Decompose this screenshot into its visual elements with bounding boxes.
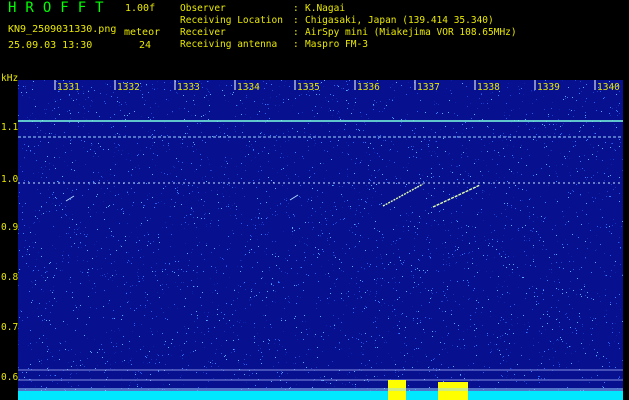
- y-tick-label: 0.9: [1, 222, 19, 233]
- meta-key: Receiving Location: [180, 15, 283, 26]
- meta-value: Chigasaki, Japan (139.414 35.340): [305, 15, 494, 26]
- x-tick-label: 1332: [117, 82, 140, 93]
- meta-key: Observer: [180, 3, 226, 14]
- meta-key: Receiver: [180, 27, 226, 38]
- spectrogram-plot: [18, 80, 623, 400]
- y-tick-label: 1.1: [1, 122, 19, 133]
- meta-row-location: Receiving Location: Chigasaki, Japan (139…: [180, 15, 494, 26]
- noise-band-edge: [18, 388, 623, 391]
- x-tick-label: 1333: [177, 82, 200, 93]
- x-tick-label: 1336: [357, 82, 380, 93]
- x-tick-label: 1334: [237, 82, 260, 93]
- noise-band: [18, 391, 623, 400]
- meteor-count: 24: [139, 40, 152, 51]
- y-tick-label: 0.8: [1, 272, 19, 283]
- meta-value: AirSpy mini (Miakejima VOR 108.65MHz): [305, 27, 517, 38]
- y-tick-label: 1.0: [1, 174, 19, 185]
- meteor-echo: [289, 194, 299, 201]
- x-tick-label: 1338: [477, 82, 500, 93]
- y-tick-label: 0.6: [1, 372, 19, 383]
- meta-value: K.Nagai: [305, 3, 346, 14]
- app-title: HROFFT: [8, 0, 113, 16]
- x-tick-label: 1340: [597, 82, 620, 93]
- y-tick-label: 0.7: [1, 322, 19, 333]
- meta-row-observer: Observer: K.Nagai: [180, 3, 346, 14]
- file-name: KN9_2509031330.png: [8, 24, 117, 35]
- noise-speckle: [18, 80, 623, 392]
- meteor-label: meteor: [124, 27, 161, 38]
- y-axis-unit: kHz: [1, 73, 19, 84]
- meteor-echo: [65, 195, 75, 202]
- x-tick-label: 1331: [57, 82, 80, 93]
- x-tick-label: 1339: [537, 82, 560, 93]
- x-tick-label: 1337: [417, 82, 440, 93]
- spectrogram-image: [18, 80, 623, 400]
- meta-key: Receiving antenna: [180, 39, 278, 50]
- meta-value: Maspro FM-3: [305, 39, 368, 50]
- header-panel: HROFFT 1.00f KN9_2509031330.png meteor 2…: [0, 0, 629, 76]
- date-time: 25.09.03 13:30: [8, 40, 93, 51]
- meteor-echo: [432, 184, 481, 208]
- meta-row-antenna: Receiving antenna: Maspro FM-3: [180, 39, 368, 50]
- x-tick-label: 1335: [297, 82, 320, 93]
- meta-row-receiver: Receiver: AirSpy mini (Miakejima VOR 108.…: [180, 27, 517, 38]
- app-version: 1.00f: [125, 3, 156, 14]
